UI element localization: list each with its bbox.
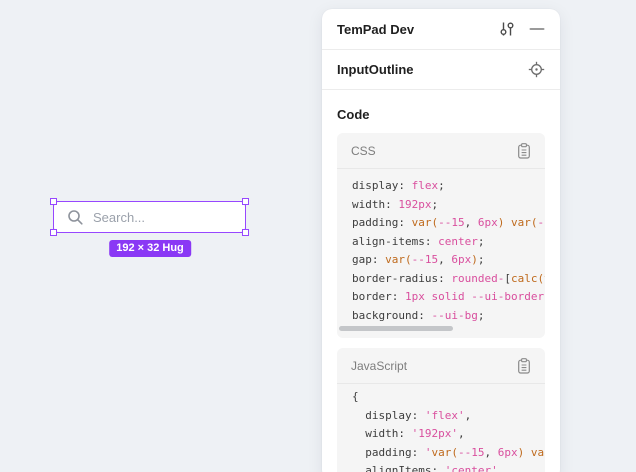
search-placeholder: Search... bbox=[93, 210, 145, 225]
code-line: alignItems: 'center', bbox=[352, 462, 545, 472]
code-line: padding: 'var(--15, 6px) var( bbox=[352, 444, 545, 463]
size-badge: 192 × 32 Hug bbox=[109, 240, 191, 257]
minimize-icon[interactable] bbox=[529, 21, 545, 37]
panel-title: TemPad Dev bbox=[337, 22, 498, 37]
clipboard-icon[interactable] bbox=[517, 358, 531, 374]
js-code-block: JavaScript { display: 'flex', width: '19… bbox=[337, 348, 545, 472]
component-name: InputOutline bbox=[337, 62, 528, 77]
code-line: border: 1px solid --ui-border- bbox=[352, 288, 545, 307]
code-line: align-items: center; bbox=[352, 233, 545, 252]
code-line: { bbox=[352, 388, 545, 407]
code-line: border-radius: rounded-[calc(var( bbox=[352, 270, 545, 289]
code-line: width: 192px; bbox=[352, 196, 545, 215]
code-line: background: --ui-bg; bbox=[352, 307, 545, 326]
tempad-dev-panel: TemPad Dev InputOutline bbox=[322, 9, 560, 472]
css-block-label: CSS bbox=[351, 144, 517, 158]
js-code-area[interactable]: { display: 'flex', width: '192px', paddi… bbox=[337, 384, 545, 472]
panel-header: TemPad Dev bbox=[322, 9, 560, 50]
code-section: Code CSS display: flex;width: 192px;padd… bbox=[322, 107, 560, 472]
search-input-component[interactable]: Search... bbox=[53, 201, 246, 233]
code-section-title: Code bbox=[337, 107, 545, 122]
horizontal-scrollbar-thumb[interactable] bbox=[339, 326, 453, 331]
css-block-header: CSS bbox=[337, 133, 545, 169]
selected-component-row: InputOutline bbox=[322, 50, 560, 90]
clipboard-icon[interactable] bbox=[517, 143, 531, 159]
css-code-block: CSS display: flex;width: 192px;padding: … bbox=[337, 133, 545, 338]
code-line: width: '192px', bbox=[352, 425, 545, 444]
search-icon bbox=[67, 209, 84, 226]
code-line: display: 'flex', bbox=[352, 407, 545, 426]
js-block-label: JavaScript bbox=[351, 359, 517, 373]
css-code-area[interactable]: display: flex;width: 192px;padding: var(… bbox=[337, 169, 545, 338]
js-block-header: JavaScript bbox=[337, 348, 545, 384]
code-line: gap: var(--15, 6px); bbox=[352, 251, 545, 270]
code-line: display: flex; bbox=[352, 177, 545, 196]
crosshair-icon[interactable] bbox=[528, 61, 545, 78]
sliders-icon[interactable] bbox=[498, 20, 516, 38]
code-line: padding: var(--15, 6px) var(--15, 6px); bbox=[352, 214, 545, 233]
